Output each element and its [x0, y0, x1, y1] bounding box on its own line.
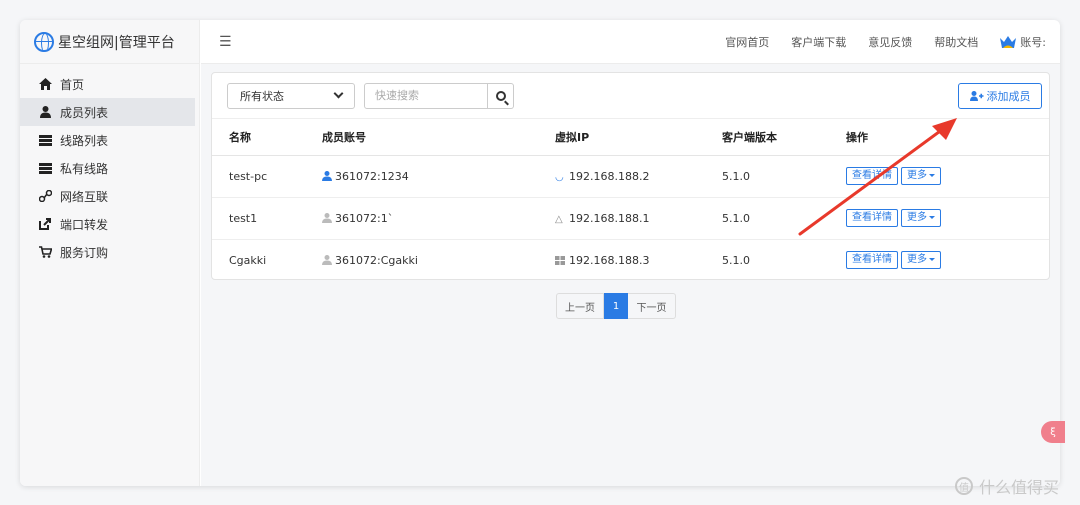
- add-member-button[interactable]: 添加成员: [958, 83, 1042, 109]
- col-name: 名称: [212, 119, 322, 156]
- view-details-button[interactable]: 查看详情: [846, 209, 898, 227]
- globe-icon: [34, 31, 54, 52]
- member-version: 5.1.0: [722, 253, 750, 267]
- member-account: 361072:1`: [335, 211, 394, 225]
- view-details-button[interactable]: 查看详情: [846, 251, 898, 270]
- sidebar-nav: 首页 成员列表 线路列表 私有线路 网络互联 端口转发 服务订购: [20, 64, 199, 266]
- sidebar-item-network[interactable]: 网络互联: [20, 182, 199, 210]
- user-plus-icon: [969, 91, 983, 101]
- main-content: 所有状态 添加成员 名称 成员账号 虚拟IP: [201, 64, 1060, 486]
- member-ip: 192.168.188.2: [569, 169, 650, 183]
- status-select[interactable]: 所有状态: [227, 82, 355, 109]
- member-ip: 192.168.188.1: [569, 211, 650, 225]
- search-button[interactable]: [488, 82, 514, 109]
- link-feedback[interactable]: 意见反馈: [868, 34, 912, 50]
- server-icon: [38, 161, 52, 175]
- crown-icon: [1000, 35, 1017, 48]
- caret-down-icon: [929, 174, 935, 177]
- col-ip: 虚拟IP: [555, 119, 722, 156]
- sidebar-item-lines[interactable]: 线路列表: [20, 126, 199, 154]
- col-account: 成员账号: [322, 119, 555, 156]
- network-icon: [38, 189, 52, 203]
- sidebar-item-home[interactable]: 首页: [20, 70, 199, 98]
- more-button[interactable]: 更多: [901, 209, 941, 227]
- table-row: Cgakki 361072:Cgakki 192.168.188.3 5.1.0…: [212, 239, 1049, 281]
- caret-down-icon: [929, 216, 935, 219]
- user-offline-icon: [322, 254, 332, 265]
- windows-icon: [555, 255, 565, 265]
- member-name: test1: [212, 197, 322, 240]
- members-table: 名称 成员账号 虚拟IP 客户端版本 操作 test-pc 361072:123…: [212, 119, 1049, 281]
- link-docs[interactable]: 帮助文档: [934, 34, 978, 50]
- prev-page-button[interactable]: 上一页: [556, 293, 604, 319]
- topbar: ☰ 官网首页 客户端下载 意见反馈 帮助文档 账号:: [201, 20, 1060, 64]
- member-ip: 192.168.188.3: [569, 253, 650, 267]
- account-label[interactable]: 账号:: [1020, 34, 1046, 50]
- table-row: test1 361072:1` △ 192.168.188.1 5.1.0 查看详…: [212, 197, 1049, 240]
- top-links: 官网首页 客户端下载 意见反馈 帮助文档 账号:: [703, 34, 1060, 50]
- member-account: 361072:1234: [335, 169, 409, 183]
- user-online-icon: [322, 170, 332, 181]
- sidebar-item-private-lines[interactable]: 私有线路: [20, 154, 199, 182]
- members-card: 所有状态 添加成员 名称 成员账号 虚拟IP: [211, 72, 1050, 280]
- search-input[interactable]: [364, 82, 488, 109]
- member-version: 5.1.0: [722, 197, 846, 240]
- view-details-button[interactable]: 查看详情: [846, 167, 898, 185]
- user-icon: [38, 105, 52, 119]
- sidebar: 星空组网|管理平台 首页 成员列表 线路列表 私有线路 网络互联 端口转发 服务…: [20, 20, 200, 486]
- page-1-button[interactable]: 1: [604, 293, 628, 319]
- cart-icon: [38, 245, 52, 259]
- col-version: 客户端版本: [722, 119, 846, 156]
- table-row: test-pc 361072:1234 ◡ 192.168.188.2 5.1.0…: [212, 155, 1049, 198]
- translate-badge[interactable]: ξ: [1041, 421, 1065, 443]
- app-window: 星空组网|管理平台 首页 成员列表 线路列表 私有线路 网络互联 端口转发 服务…: [20, 20, 1060, 486]
- caret-down-icon: [929, 258, 935, 262]
- edge-icon: ◡: [555, 171, 564, 183]
- watermark-icon: 值: [955, 477, 973, 495]
- more-button[interactable]: 更多: [901, 251, 941, 270]
- brand[interactable]: 星空组网|管理平台: [20, 20, 199, 64]
- member-version: 5.1.0: [722, 155, 846, 198]
- linux-icon: △: [555, 213, 563, 225]
- member-name: Cgakki: [229, 253, 267, 267]
- search-icon: [495, 90, 506, 101]
- sidebar-item-orders[interactable]: 服务订购: [20, 238, 199, 266]
- table-header: 名称 成员账号 虚拟IP 客户端版本 操作: [212, 119, 1049, 156]
- sidebar-item-port-forward[interactable]: 端口转发: [20, 210, 199, 238]
- col-actions: 操作: [846, 119, 1049, 156]
- filter-bar: 所有状态 添加成员: [212, 73, 1049, 119]
- link-home[interactable]: 官网首页: [725, 34, 769, 50]
- watermark-text: 什么值得买: [979, 478, 1060, 497]
- more-button[interactable]: 更多: [901, 167, 941, 185]
- user-offline-icon: [322, 212, 332, 223]
- next-page-button[interactable]: 下一页: [628, 293, 676, 319]
- app-title: 星空组网|管理平台: [58, 34, 175, 51]
- external-link-icon: [38, 217, 52, 231]
- link-download[interactable]: 客户端下载: [791, 34, 846, 50]
- member-account: 361072:Cgakki: [335, 253, 418, 267]
- watermark: 值 什么值得买: [955, 474, 1059, 498]
- hamburger-icon[interactable]: ☰: [219, 34, 232, 50]
- member-name: test-pc: [212, 155, 322, 198]
- pagination: 上一页 1 下一页: [556, 293, 676, 319]
- sidebar-item-members[interactable]: 成员列表: [20, 98, 195, 126]
- server-icon: [38, 133, 52, 147]
- home-icon: [38, 77, 52, 91]
- chevron-down-icon: [333, 88, 344, 98]
